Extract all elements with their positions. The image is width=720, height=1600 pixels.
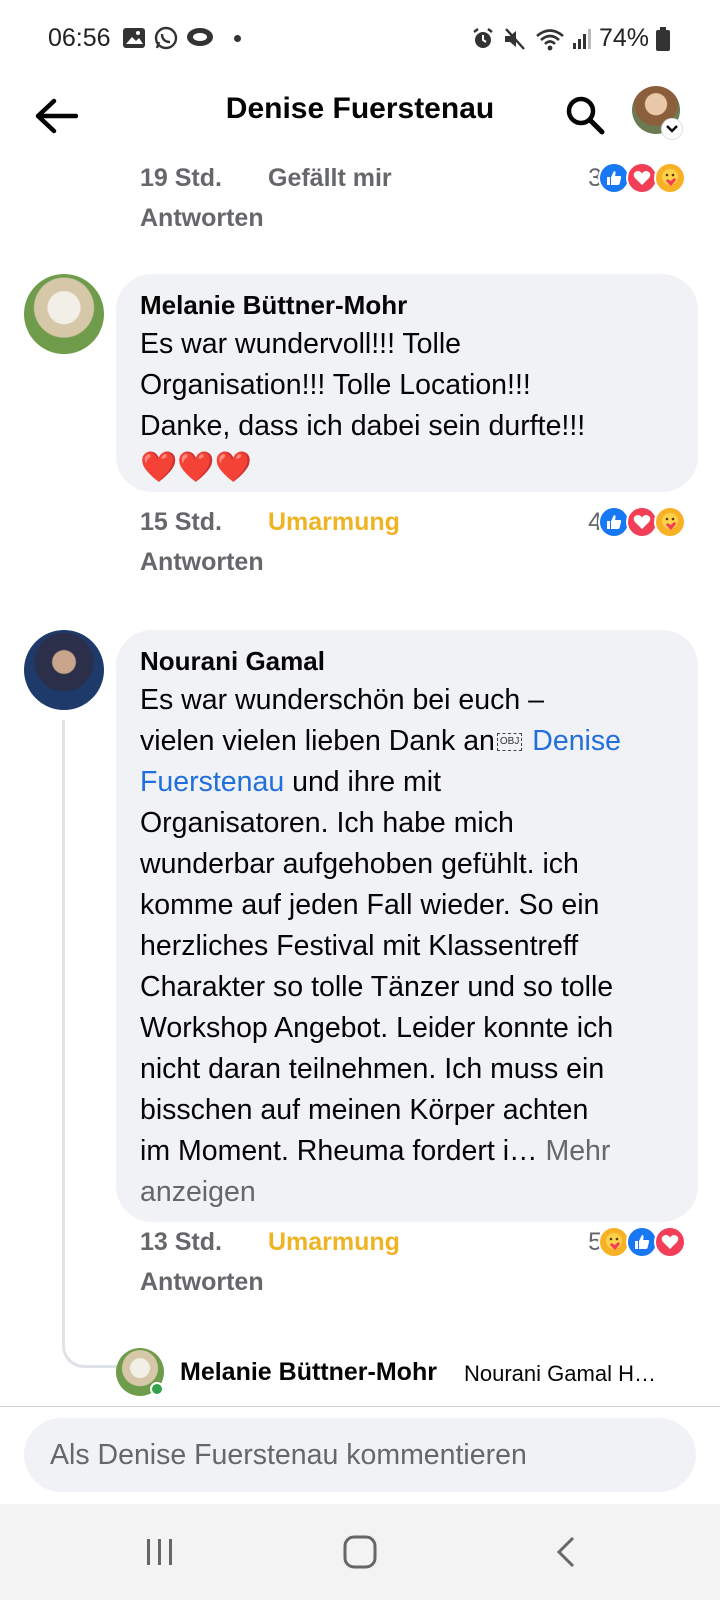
comment-line: Charakter so tolle Tänzer und so tolle (140, 971, 614, 1003)
online-status-indicator (150, 1382, 164, 1396)
comment-meta: 13 Std. Umarmung Antworten 5 (140, 1226, 690, 1308)
reply-snippet[interactable]: Nourani Gamal H… (464, 1361, 656, 1387)
chevron-down-icon[interactable] (661, 118, 683, 140)
avatar[interactable] (24, 630, 104, 710)
see-more-link[interactable]: Mehr (538, 1135, 610, 1167)
heart-emojis: ❤️❤️❤️ (140, 451, 253, 484)
comment-text: Es war wunderschön bei euch – vielen vie… (140, 680, 674, 1213)
comment-line: bisschen auf meinen Körper achten (140, 1094, 589, 1126)
thread-connector (62, 720, 118, 1368)
comment-line: im Moment. Rheuma fordert i… Mehr (140, 1135, 611, 1167)
comment-input[interactable] (24, 1418, 696, 1492)
home-button[interactable] (330, 1526, 390, 1578)
comment-line: nicht daran teilnehmen. Ich muss ein (140, 1053, 605, 1085)
divider (0, 1406, 720, 1407)
comment-time: 13 Std. (140, 1228, 222, 1256)
battery-percent: 74% (598, 24, 649, 52)
alarm-icon (473, 27, 493, 48)
avatar[interactable] (24, 274, 104, 354)
mention-link[interactable]: Denise (524, 725, 621, 757)
comment-text: Es war wundervoll!!! Tolle Organisation!… (140, 324, 674, 488)
system-back-button[interactable] (536, 1526, 596, 1578)
gallery-icon (123, 28, 145, 48)
chevron-left-icon (556, 1536, 575, 1568)
comment-line: Organisation!!! Tolle Location!!! (140, 369, 531, 401)
reaction-summary[interactable]: 4 (588, 506, 686, 538)
notification-icons (122, 26, 241, 50)
mention-link[interactable]: Fuerstenau (140, 766, 284, 798)
comment-line: Workshop Angebot. Leider konnte ich (140, 1012, 614, 1044)
app-bar: Denise Fuerstenau (0, 80, 720, 160)
page-title: Denise Fuerstenau (225, 92, 495, 125)
comment-line: wunderbar aufgehoben gefühlt. ich (140, 848, 579, 880)
search-icon (566, 96, 605, 135)
signal-icon (572, 28, 591, 49)
comment-line: herzliches Festival mit Klassentreff (140, 930, 579, 962)
comment-bubble: Nourani Gamal Es war wunderschön bei euc… (116, 630, 698, 1222)
mute-icon (504, 27, 525, 50)
reaction-summary[interactable]: 3 (588, 162, 686, 194)
reply-author[interactable]: Melanie Büttner-Mohr (180, 1358, 437, 1387)
love-icon (654, 1226, 686, 1258)
care-reaction-button[interactable]: Umarmung (268, 508, 400, 537)
comment-time: 19 Std. (140, 164, 222, 192)
comment-author[interactable]: Nourani Gamal (140, 644, 674, 678)
comment-line: komme auf jeden Fall wieder. So ein (140, 889, 600, 921)
reply-button[interactable]: Antworten (140, 204, 264, 233)
reply-button[interactable]: Antworten (140, 1268, 264, 1297)
reaction-summary[interactable]: 5 (588, 1226, 686, 1258)
comment-meta-previous: 19 Std. Gefällt mir Antworten 3 (140, 162, 690, 244)
object-placeholder-icon: OBJ (496, 733, 523, 752)
system-icons: 74% (471, 24, 670, 53)
comment-author[interactable]: Melanie Büttner-Mohr (140, 288, 674, 322)
comment-line: Fuerstenau und ihre mit (140, 766, 441, 798)
home-icon (343, 1535, 377, 1569)
search-button[interactable] (560, 90, 610, 140)
more-notifications-icon (234, 34, 241, 42)
reply-preview[interactable]: Melanie Büttner-Mohr Nourani Gamal H… (116, 1348, 696, 1398)
wifi-icon (536, 28, 564, 50)
comment-line: vielen vielen lieben Dank an OBJ Denise (140, 725, 621, 757)
see-more-link[interactable]: anzeigen (140, 1172, 674, 1213)
comment-composer[interactable] (24, 1418, 696, 1492)
chat-bubble-icon (187, 28, 213, 46)
comment-meta: 15 Std. Umarmung Antworten 4 (140, 506, 690, 588)
battery-icon (656, 26, 670, 51)
recent-apps-icon (147, 1539, 172, 1565)
care-icon (654, 162, 686, 194)
comment-line: Danke, dass ich dabei sein durfte!!! (140, 410, 586, 442)
status-time: 06:56 (48, 24, 111, 52)
comment-line: Es war wunderschön bei euch – (140, 684, 544, 716)
care-icon (654, 506, 686, 538)
recent-apps-button[interactable] (130, 1526, 190, 1578)
system-navigation-bar (0, 1504, 720, 1600)
whatsapp-icon (154, 26, 178, 50)
comment-line: Es war wundervoll!!! Tolle (140, 328, 462, 360)
reply-button[interactable]: Antworten (140, 548, 264, 577)
comment-time: 15 Std. (140, 508, 222, 536)
comment-line: Organisatoren. Ich habe mich (140, 807, 514, 839)
comment-bubble: Melanie Büttner-Mohr Es war wundervoll!!… (116, 274, 698, 492)
status-bar: 06:56 74% (0, 0, 720, 80)
care-reaction-button[interactable]: Umarmung (268, 1228, 400, 1257)
like-reaction-button[interactable]: Gefällt mir (268, 164, 392, 193)
